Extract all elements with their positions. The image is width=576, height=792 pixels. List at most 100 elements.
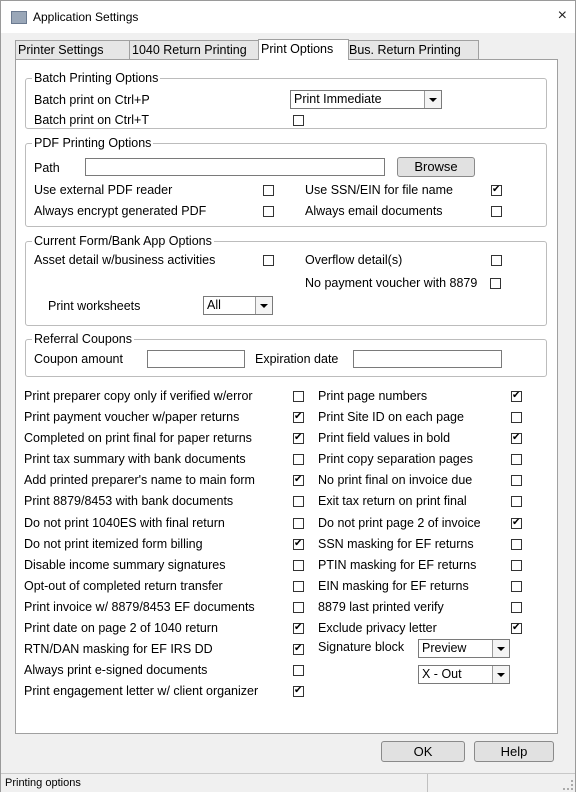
left-option-label: Print payment voucher w/paper returns xyxy=(24,410,240,424)
right-option-label: Print Site ID on each page xyxy=(318,410,464,424)
tab-print-options[interactable]: Print Options xyxy=(258,39,349,60)
batch-ctrl-p-select[interactable]: Print Immediate xyxy=(290,90,442,109)
no-payment-voucher-checkbox[interactable] xyxy=(490,278,501,289)
left-option-checkbox[interactable] xyxy=(293,454,304,465)
right-option-checkbox[interactable] xyxy=(511,516,522,529)
batch-printing-title: Batch Printing Options xyxy=(32,71,161,85)
left-option-checkbox[interactable] xyxy=(293,518,304,529)
asset-detail-label: Asset detail w/business activities xyxy=(34,253,216,267)
right-option-checkbox[interactable] xyxy=(511,475,522,486)
left-option-checkbox[interactable] xyxy=(293,431,304,444)
left-option-checkbox[interactable] xyxy=(293,665,304,676)
left-option-label: Print tax summary with bank documents xyxy=(24,452,246,466)
left-option-checkbox[interactable] xyxy=(293,391,304,402)
right-option-checkbox[interactable] xyxy=(511,560,522,571)
chevron-down-icon[interactable] xyxy=(492,640,509,657)
expiration-date-input[interactable] xyxy=(353,350,502,368)
overflow-detail-label: Overflow detail(s) xyxy=(305,253,403,267)
pdf-printing-title: PDF Printing Options xyxy=(32,136,154,150)
resize-grip-icon[interactable] xyxy=(563,780,573,790)
print-worksheets-value: All xyxy=(207,298,221,312)
right-option-label: EIN masking for EF returns xyxy=(318,579,469,593)
left-option-checkbox[interactable] xyxy=(293,642,304,655)
right-option-checkbox[interactable] xyxy=(511,621,522,634)
help-button[interactable]: Help xyxy=(474,741,554,762)
right-option-label: PTIN masking for EF returns xyxy=(318,558,477,572)
coupon-amount-input[interactable] xyxy=(147,350,245,368)
status-divider xyxy=(427,774,428,792)
left-option-label: Do not print 1040ES with final return xyxy=(24,516,225,530)
pdf-path-label: Path xyxy=(34,161,60,175)
window-icon xyxy=(11,11,27,24)
right-option-checkbox[interactable] xyxy=(511,602,522,613)
left-option-label: Print engagement letter w/ client organi… xyxy=(24,684,259,698)
application-settings-window: Application Settings × Printer Settings … xyxy=(0,0,576,792)
left-option-label: Opt-out of completed return transfer xyxy=(24,579,223,593)
close-icon[interactable]: × xyxy=(558,6,567,26)
no-payment-voucher-label: No payment voucher with 8879 xyxy=(305,276,478,290)
ok-button[interactable]: OK xyxy=(381,741,465,762)
signature-block-value: Preview xyxy=(422,641,467,655)
left-option-checkbox[interactable] xyxy=(293,473,304,486)
left-option-checkbox[interactable] xyxy=(293,581,304,592)
right-option-checkbox[interactable] xyxy=(511,581,522,592)
right-option-label: Exit tax return on print final xyxy=(318,494,467,508)
chevron-down-icon[interactable] xyxy=(492,666,509,683)
left-option-checkbox[interactable] xyxy=(293,602,304,613)
left-option-checkbox[interactable] xyxy=(293,537,304,550)
overflow-detail-checkbox[interactable] xyxy=(491,255,502,266)
pdf-option-checkbox[interactable] xyxy=(491,206,502,217)
title-bar: Application Settings × xyxy=(1,1,575,33)
right-option-label: Print field values in bold xyxy=(318,431,451,445)
signature-block-select[interactable]: Preview xyxy=(418,639,510,658)
left-option-label: Add printed preparer's name to main form xyxy=(24,473,255,487)
pdf-option-label: Use external PDF reader xyxy=(34,183,173,197)
signature-mark-select[interactable]: X - Out xyxy=(418,665,510,684)
tab-bus-return-printing[interactable]: Bus. Return Printing xyxy=(346,40,479,59)
batch-ctrl-t-label: Batch print on Ctrl+T xyxy=(34,113,149,127)
tab-printer-settings[interactable]: Printer Settings xyxy=(15,40,132,59)
chevron-down-icon[interactable] xyxy=(424,91,441,108)
right-option-label: Exclude privacy letter xyxy=(318,621,437,635)
right-option-checkbox[interactable] xyxy=(511,389,522,402)
right-option-label: Do not print page 2 of invoice xyxy=(318,516,481,530)
asset-detail-checkbox[interactable] xyxy=(263,255,274,266)
current-form-title: Current Form/Bank App Options xyxy=(32,234,214,248)
left-option-checkbox[interactable] xyxy=(293,410,304,423)
pdf-option-checkbox[interactable] xyxy=(263,206,274,217)
right-option-checkbox[interactable] xyxy=(511,539,522,550)
chevron-down-icon[interactable] xyxy=(255,297,272,314)
print-options-panel: Batch Printing Options Batch print on Ct… xyxy=(15,59,558,734)
right-option-label: 8879 last printed verify xyxy=(318,600,444,614)
pdf-path-input[interactable] xyxy=(85,158,385,176)
right-option-checkbox[interactable] xyxy=(511,412,522,423)
status-bar: Printing options xyxy=(1,773,575,792)
left-option-checkbox[interactable] xyxy=(293,496,304,507)
browse-button[interactable]: Browse xyxy=(397,157,475,177)
left-option-label: Print date on page 2 of 1040 return xyxy=(24,621,218,635)
tab-1040-return-printing[interactable]: 1040 Return Printing xyxy=(129,40,261,59)
left-option-label: Print 8879/8453 with bank documents xyxy=(24,494,234,508)
pdf-option-label: Always email documents xyxy=(305,204,443,218)
left-option-checkbox[interactable] xyxy=(293,621,304,634)
left-option-checkbox[interactable] xyxy=(293,560,304,571)
right-option-label: No print final on invoice due xyxy=(318,473,473,487)
batch-ctrl-p-value: Print Immediate xyxy=(294,92,382,106)
print-worksheets-select[interactable]: All xyxy=(203,296,273,315)
signature-mark-value: X - Out xyxy=(422,667,462,681)
batch-ctrl-p-label: Batch print on Ctrl+P xyxy=(34,93,150,107)
left-option-label: Disable income summary signatures xyxy=(24,558,226,572)
right-option-checkbox[interactable] xyxy=(511,431,522,444)
right-option-checkbox[interactable] xyxy=(511,496,522,507)
referral-coupons-title: Referral Coupons xyxy=(32,332,134,346)
pdf-option-checkbox[interactable] xyxy=(491,183,502,196)
right-option-checkbox[interactable] xyxy=(511,454,522,465)
left-option-label: RTN/DAN masking for EF IRS DD xyxy=(24,642,213,656)
signature-block-label: Signature block xyxy=(318,640,405,654)
right-option-label: Print copy separation pages xyxy=(318,452,473,466)
batch-ctrl-t-checkbox[interactable] xyxy=(293,115,304,126)
left-option-checkbox[interactable] xyxy=(293,684,304,697)
left-option-label: Do not print itemized form billing xyxy=(24,537,203,551)
pdf-option-checkbox[interactable] xyxy=(263,185,274,196)
status-text: Printing options xyxy=(5,777,81,789)
